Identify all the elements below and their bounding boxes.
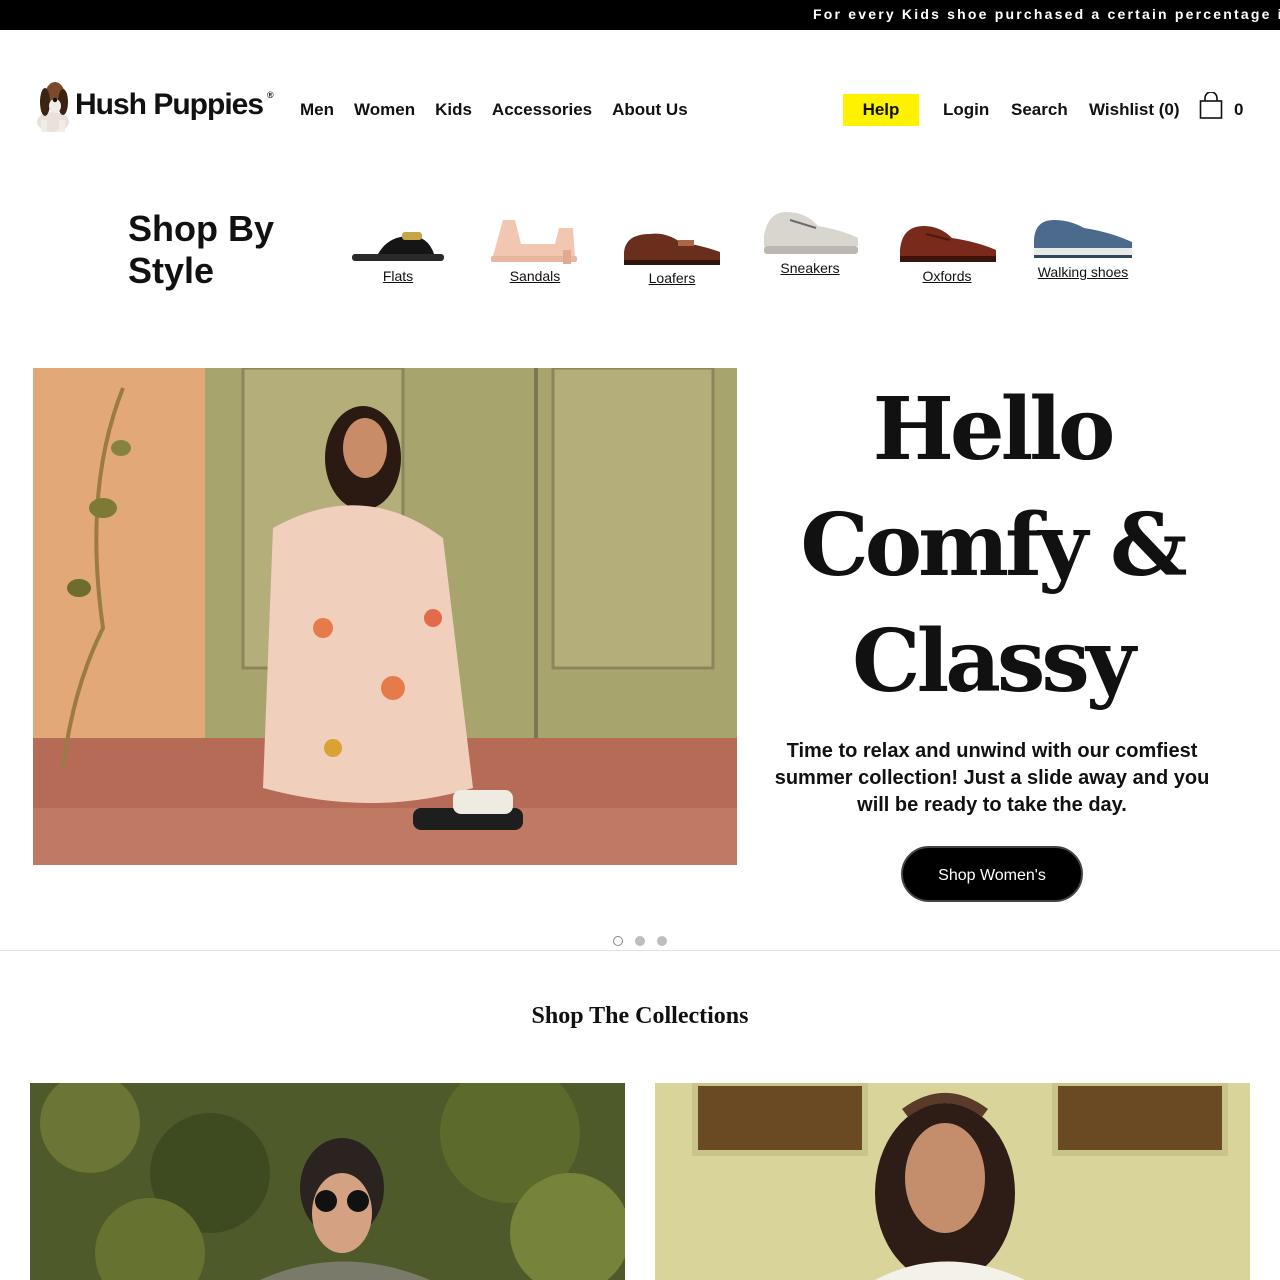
style-item-sneakers[interactable]: Sneakers — [760, 206, 860, 276]
hero-subtitle: Time to relax and unwind with our comfie… — [774, 740, 1210, 816]
style-label-sandals: Sandals — [509, 268, 561, 284]
style-label-sneakers: Sneakers — [780, 260, 840, 276]
collection-card-women[interactable] — [655, 1083, 1250, 1280]
style-label-flats: Flats — [382, 268, 414, 284]
style-item-oxfords[interactable]: Oxfords — [896, 220, 998, 284]
nav-men[interactable]: Men — [300, 100, 334, 120]
style-label-oxfords: Oxfords — [922, 268, 972, 284]
hero-title-line-2: Comfy & — [800, 495, 1187, 596]
loafer-image — [624, 233, 720, 265]
shop-womens-button[interactable]: Shop Women's — [901, 846, 1083, 902]
brand-logo[interactable]: Hush Puppies ® — [33, 76, 278, 134]
collection-card-men[interactable] — [30, 1083, 625, 1280]
registered-mark: ® — [267, 90, 274, 100]
carousel-dot-1[interactable] — [613, 936, 623, 946]
style-item-flats[interactable]: Flats — [348, 218, 448, 284]
search-link[interactable]: Search — [1011, 100, 1068, 120]
style-item-loafers[interactable]: Loafers — [620, 222, 724, 286]
nav-accessories[interactable]: Accessories — [492, 100, 592, 120]
carousel-dot-3[interactable] — [657, 936, 667, 946]
hero-title-line-1: Hello — [872, 379, 1116, 480]
hero-title-line-3: Classy — [852, 611, 1136, 712]
nav-women[interactable]: Women — [354, 100, 415, 120]
flat-sandal-image — [352, 232, 444, 261]
login-link[interactable]: Login — [943, 100, 989, 120]
collections-title: Shop The Collections — [531, 1003, 749, 1029]
hero-image[interactable] — [33, 368, 737, 865]
main-nav: Men Women Kids Accessories About Us — [300, 100, 688, 120]
style-label-walking-shoes: Walking shoes — [1037, 264, 1129, 280]
oxford-image — [900, 226, 996, 262]
sneaker-image — [764, 212, 858, 254]
section-divider — [0, 950, 1280, 951]
nav-about-us[interactable]: About Us — [612, 100, 688, 120]
walking-shoe-image — [1034, 220, 1132, 258]
shop-by-style-title: Shop By Style — [128, 208, 275, 291]
announcement-bar: For every Kids shoe purchased a certain … — [0, 0, 1280, 30]
brand-wordmark: Hush Puppies — [75, 88, 264, 121]
sandal-image — [491, 220, 577, 264]
carousel-dot-2[interactable] — [635, 936, 645, 946]
shopping-bag-icon[interactable] — [1199, 91, 1223, 125]
help-button[interactable]: Help — [843, 94, 919, 126]
announcement-text: For every Kids shoe purchased a certain … — [813, 6, 1280, 22]
style-item-sandals[interactable]: Sandals — [485, 210, 585, 284]
wishlist-link[interactable]: Wishlist (0) — [1089, 100, 1180, 120]
hero-title: Hello Comfy & Classy — [760, 372, 1224, 720]
style-item-walking-shoes[interactable]: Walking shoes — [1030, 212, 1136, 280]
carousel-dots — [613, 936, 667, 946]
cart-count: 0 — [1234, 100, 1244, 119]
basset-hound-logo — [37, 82, 69, 132]
nav-kids[interactable]: Kids — [435, 100, 472, 120]
style-label-loafers: Loafers — [648, 270, 696, 286]
